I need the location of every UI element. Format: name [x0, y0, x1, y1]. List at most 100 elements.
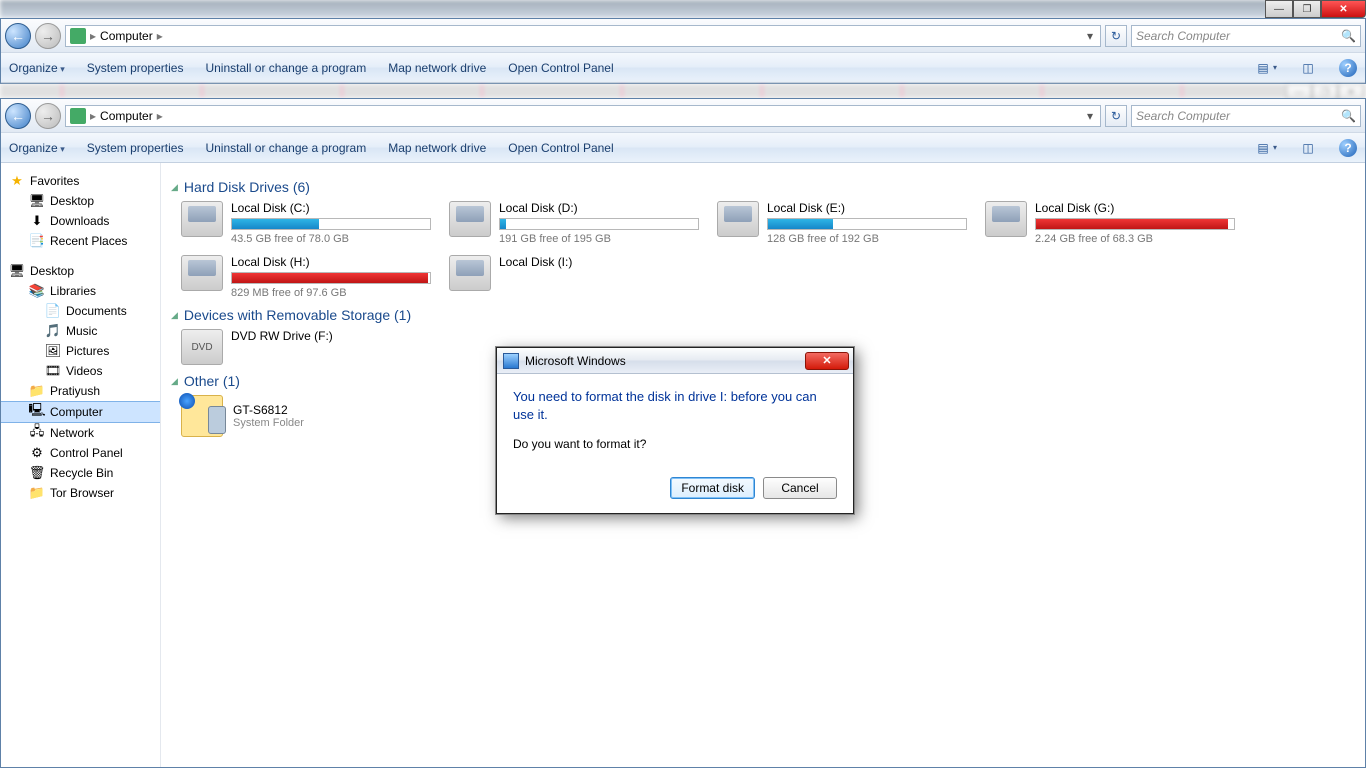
- search-icon: 🔍: [1341, 29, 1356, 43]
- sidebar-item-recycle-bin[interactable]: 🗑Recycle Bin: [1, 463, 160, 483]
- chevron-right-icon: ▸: [157, 29, 163, 43]
- desktop-label: Desktop: [30, 264, 74, 278]
- drive-item[interactable]: Local Disk (G:)2.24 GB free of 68.3 GB: [985, 201, 1235, 245]
- drives-list: Local Disk (C:)43.5 GB free of 78.0 GBLo…: [181, 201, 1355, 299]
- search-placeholder: Search Computer: [1136, 109, 1230, 123]
- preview-pane-button[interactable]: ◫: [1299, 139, 1317, 157]
- help-button[interactable]: ?: [1339, 59, 1357, 77]
- map-network-drive-button[interactable]: Map network drive: [388, 61, 486, 75]
- drive-name: Local Disk (E:): [767, 201, 967, 215]
- system-properties-button[interactable]: System properties: [87, 141, 184, 155]
- organize-menu[interactable]: Organize: [9, 61, 65, 75]
- minimize-button[interactable]: [1265, 0, 1293, 18]
- sidebar-item-control-panel[interactable]: ⚙Control Panel: [1, 443, 160, 463]
- sidebar-item-network[interactable]: 🖧Network: [1, 423, 160, 443]
- collapse-icon: ◢: [171, 182, 178, 193]
- view-options-button[interactable]: ▤▾: [1254, 139, 1277, 157]
- breadcrumb-computer[interactable]: Computer: [100, 29, 153, 43]
- breadcrumb-computer[interactable]: Computer: [100, 109, 153, 123]
- address-bar[interactable]: ▸ Computer ▸ ▾: [65, 105, 1101, 127]
- sidebar-item-desktop[interactable]: 🖥Desktop: [1, 191, 160, 211]
- control-panel-icon: ⚙: [29, 445, 45, 461]
- network-icon: 🖧: [29, 425, 45, 441]
- forward-button[interactable]: →: [35, 103, 61, 129]
- chevron-right-icon: ▸: [90, 29, 96, 43]
- cancel-button[interactable]: Cancel: [763, 477, 837, 499]
- dvd-drive-icon: DVD: [181, 329, 223, 365]
- command-bar: Organize System properties Uninstall or …: [1, 133, 1365, 163]
- format-disk-button[interactable]: Format disk: [670, 477, 755, 499]
- sidebar-item-videos[interactable]: 🎞Videos: [1, 361, 160, 381]
- computer-icon: [70, 108, 86, 124]
- drive-name: Local Disk (C:): [231, 201, 431, 215]
- drive-free-text: 829 MB free of 97.6 GB: [231, 287, 431, 299]
- favorites-group[interactable]: ★Favorites: [1, 171, 160, 191]
- forward-button[interactable]: →: [35, 23, 61, 49]
- desktop-group[interactable]: 🖥 Desktop: [1, 261, 160, 281]
- open-control-panel-button[interactable]: Open Control Panel: [508, 61, 613, 75]
- help-button[interactable]: ?: [1339, 139, 1357, 157]
- device-subtitle: System Folder: [233, 417, 304, 429]
- browser-tab-strip-ghost: [0, 0, 1366, 18]
- dialog-title: Microsoft Windows: [525, 354, 626, 368]
- system-properties-button[interactable]: System properties: [87, 61, 184, 75]
- collapse-icon: ◢: [171, 376, 178, 387]
- back-button[interactable]: ←: [5, 103, 31, 129]
- section-hard-disk-drives[interactable]: ◢Hard Disk Drives (6): [171, 179, 1355, 195]
- desktop-icon: 🖥: [9, 263, 25, 279]
- device-name: GT-S6812: [233, 403, 304, 417]
- address-bar[interactable]: ▸ Computer ▸ ▾: [65, 25, 1101, 47]
- uninstall-program-button[interactable]: Uninstall or change a program: [205, 61, 366, 75]
- sidebar-item-documents[interactable]: 📄Documents: [1, 301, 160, 321]
- view-options-button[interactable]: ▤▾: [1254, 59, 1277, 77]
- computer-icon: [70, 28, 86, 44]
- maximize-button[interactable]: [1293, 0, 1321, 18]
- favorites-label: Favorites: [30, 174, 79, 188]
- pictures-icon: 🖼: [45, 343, 61, 359]
- search-placeholder: Search Computer: [1136, 29, 1230, 43]
- hard-disk-icon: [449, 201, 491, 237]
- uninstall-program-button[interactable]: Uninstall or change a program: [205, 141, 366, 155]
- drive-item[interactable]: Local Disk (I:): [449, 255, 699, 299]
- drive-item[interactable]: Local Disk (C:)43.5 GB free of 78.0 GB: [181, 201, 431, 245]
- back-button[interactable]: ←: [5, 23, 31, 49]
- sidebar-item-libraries[interactable]: 📚Libraries: [1, 281, 160, 301]
- section-removable-storage[interactable]: ◢Devices with Removable Storage (1): [171, 307, 1355, 323]
- preview-pane-button[interactable]: ◫: [1299, 59, 1317, 77]
- sidebar-item-user-folder[interactable]: 📁Pratiyush: [1, 381, 160, 401]
- command-bar: Organize System properties Uninstall or …: [1, 53, 1365, 83]
- music-icon: 🎵: [45, 323, 61, 339]
- address-dropdown-icon[interactable]: ▾: [1084, 29, 1096, 43]
- organize-menu[interactable]: Organize: [9, 141, 65, 155]
- drive-dvd[interactable]: DVD DVD RW Drive (F:): [181, 329, 431, 365]
- search-input[interactable]: Search Computer 🔍: [1131, 25, 1361, 47]
- desktop-icon: 🖥: [29, 193, 45, 209]
- usage-bar: [231, 272, 431, 284]
- open-control-panel-button[interactable]: Open Control Panel: [508, 141, 613, 155]
- drive-item[interactable]: Local Disk (E:) 128 GB free of 192 GB: [717, 201, 967, 245]
- usage-bar: [767, 218, 967, 230]
- documents-icon: 📄: [45, 303, 61, 319]
- map-network-drive-button[interactable]: Map network drive: [388, 141, 486, 155]
- address-dropdown-icon[interactable]: ▾: [1084, 109, 1096, 123]
- sidebar-item-computer[interactable]: 🖳Computer: [1, 401, 160, 423]
- close-button[interactable]: [1321, 0, 1366, 18]
- refresh-button[interactable]: ↻: [1105, 105, 1127, 127]
- dialog-close-button[interactable]: ✕: [805, 352, 849, 370]
- dialog-titlebar[interactable]: Microsoft Windows ✕: [497, 348, 853, 374]
- drive-free-text: 128 GB free of 192 GB: [767, 233, 967, 245]
- sidebar-item-recent-places[interactable]: 📑Recent Places: [1, 231, 160, 251]
- collapse-icon: ◢: [171, 310, 178, 321]
- sidebar-item-downloads[interactable]: ⬇Downloads: [1, 211, 160, 231]
- refresh-button[interactable]: ↻: [1105, 25, 1127, 47]
- sidebar-item-tor-browser[interactable]: 📁Tor Browser: [1, 483, 160, 503]
- sidebar-item-music[interactable]: 🎵Music: [1, 321, 160, 341]
- drive-item[interactable]: Local Disk (H:)829 MB free of 97.6 GB: [181, 255, 431, 299]
- dialog-message: You need to format the disk in drive I: …: [513, 388, 837, 423]
- drive-free-text: 191 GB free of 195 GB: [499, 233, 699, 245]
- videos-icon: 🎞: [45, 363, 61, 379]
- drive-item[interactable]: Local Disk (D:)191 GB free of 195 GB: [449, 201, 699, 245]
- search-input[interactable]: Search Computer 🔍: [1131, 105, 1361, 127]
- sidebar-item-pictures[interactable]: 🖼Pictures: [1, 341, 160, 361]
- nav-bar: ← → ▸ Computer ▸ ▾ ↻ Search Computer 🔍: [1, 19, 1365, 53]
